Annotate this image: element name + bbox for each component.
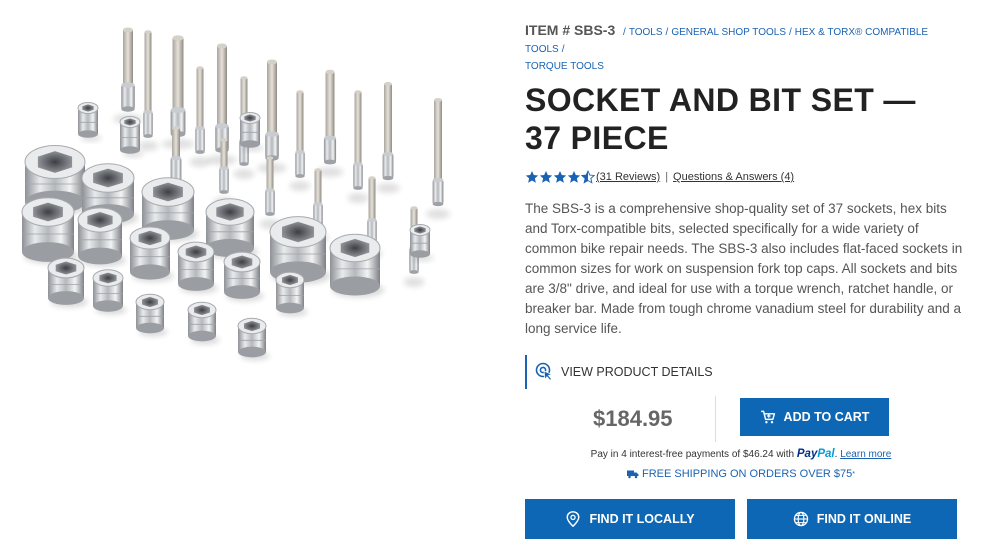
breadcrumb-link-torque-tools[interactable]: TORQUE TOOLS (525, 61, 604, 72)
star-half-icon (581, 170, 595, 184)
product-title: SOCKET AND BIT SET — 37 PIECE (525, 81, 965, 157)
paypal-text: Pay in 4 interest-free payments of $46.2… (590, 449, 795, 460)
product-info: ITEM # SBS-3 /TOOLS / GENERAL SHOP TOOLS / H… (525, 22, 965, 539)
hex-bit (347, 90, 369, 203)
view-product-details-link[interactable]: VIEW PRODUCT DETAILS (525, 355, 965, 389)
breadcrumb: ITEM # SBS-3 /TOOLS / GENERAL SHOP TOOLS / H… (525, 22, 965, 75)
socket (237, 317, 270, 361)
star-icon (539, 171, 553, 183)
socket (77, 102, 102, 141)
buy-row: $184.95 ADD TO CART (525, 396, 965, 442)
price: $184.95 (593, 406, 673, 431)
breadcrumb-separator: / (789, 27, 792, 38)
star-icon (525, 171, 539, 183)
questions-answers-link[interactable]: Questions & Answers (4) (673, 171, 794, 183)
socket (77, 207, 127, 267)
location-pin-icon (566, 511, 580, 527)
socket (329, 233, 385, 298)
hex-bit (426, 98, 450, 219)
paypal-learn-more-link[interactable]: Learn more (840, 449, 891, 460)
breadcrumb-separator: / (561, 44, 565, 55)
star-icon (553, 171, 567, 183)
add-to-cart-button[interactable]: ADD TO CART (740, 398, 889, 436)
socket (187, 301, 220, 345)
socket (239, 112, 264, 151)
find-it-online-button[interactable]: FIND IT ONLINE (747, 499, 957, 539)
hex-bit (257, 59, 287, 173)
breadcrumb-link-general-shop-tools[interactable]: GENERAL SHOP TOOLS (671, 27, 786, 38)
item-code: ITEM # SBS-3 (525, 22, 616, 38)
find-it-locally-button[interactable]: FIND IT LOCALLY (525, 499, 735, 539)
product-title-line2: 37 PIECE (525, 120, 669, 156)
hex-bit (137, 30, 159, 151)
add-to-cart-label: ADD TO CART (783, 410, 870, 424)
socket (177, 241, 218, 294)
socket (409, 224, 434, 261)
cart-icon (760, 410, 775, 424)
socket (119, 116, 144, 157)
socket (21, 197, 79, 264)
socket (47, 257, 88, 308)
socket (275, 271, 308, 317)
socket (135, 293, 168, 337)
find-row: FIND IT LOCALLY FIND IT ONLINE (525, 499, 965, 539)
hex-bit (113, 27, 143, 124)
product-description: The SBS-3 is a comprehensive shop-qualit… (525, 201, 963, 336)
breadcrumb-separator: / (665, 27, 669, 38)
breadcrumb-separator: / (623, 27, 626, 38)
hex-bit (189, 66, 211, 167)
price-divider (715, 396, 716, 442)
find-it-locally-label: FIND IT LOCALLY (589, 512, 695, 526)
product-image (0, 0, 500, 420)
socket (92, 269, 127, 315)
socket (129, 226, 174, 282)
rating-row: (31 Reviews) | Questions & Answers (4) (525, 169, 965, 185)
reviews-link[interactable]: (31 Reviews) (596, 171, 660, 183)
star-icon (567, 171, 581, 183)
globe-icon (793, 511, 808, 527)
free-shipping-notice[interactable]: FREE SHIPPING ON ORDERS OVER $75 * (525, 468, 957, 480)
free-shipping-text: FREE SHIPPING ON ORDERS OVER $75 (641, 468, 853, 480)
free-shipping-asterisk: * (852, 470, 855, 478)
breadcrumb-link-tools[interactable]: TOOLS (629, 27, 663, 38)
socket (223, 251, 264, 302)
paypal-logo-pay: Pay (796, 448, 818, 460)
paypal-logo-pal: Pal (817, 448, 835, 460)
hex-bit (316, 69, 344, 177)
hex-bit (289, 90, 311, 191)
paypal-installments: Pay in 4 interest-free payments of $46.2… (590, 448, 892, 460)
truck-icon (626, 470, 639, 479)
star-rating[interactable] (525, 170, 595, 184)
rating-separator: | (665, 171, 669, 183)
find-it-online-label: FIND IT ONLINE (816, 512, 912, 526)
paypal-logo: PayPal (797, 448, 835, 460)
hex-bit (376, 82, 400, 193)
product-title-line1: SOCKET AND BIT SET — (525, 82, 916, 118)
pointer-click-icon (535, 362, 554, 381)
view-product-details-label: VIEW PRODUCT DETAILS (561, 365, 713, 379)
